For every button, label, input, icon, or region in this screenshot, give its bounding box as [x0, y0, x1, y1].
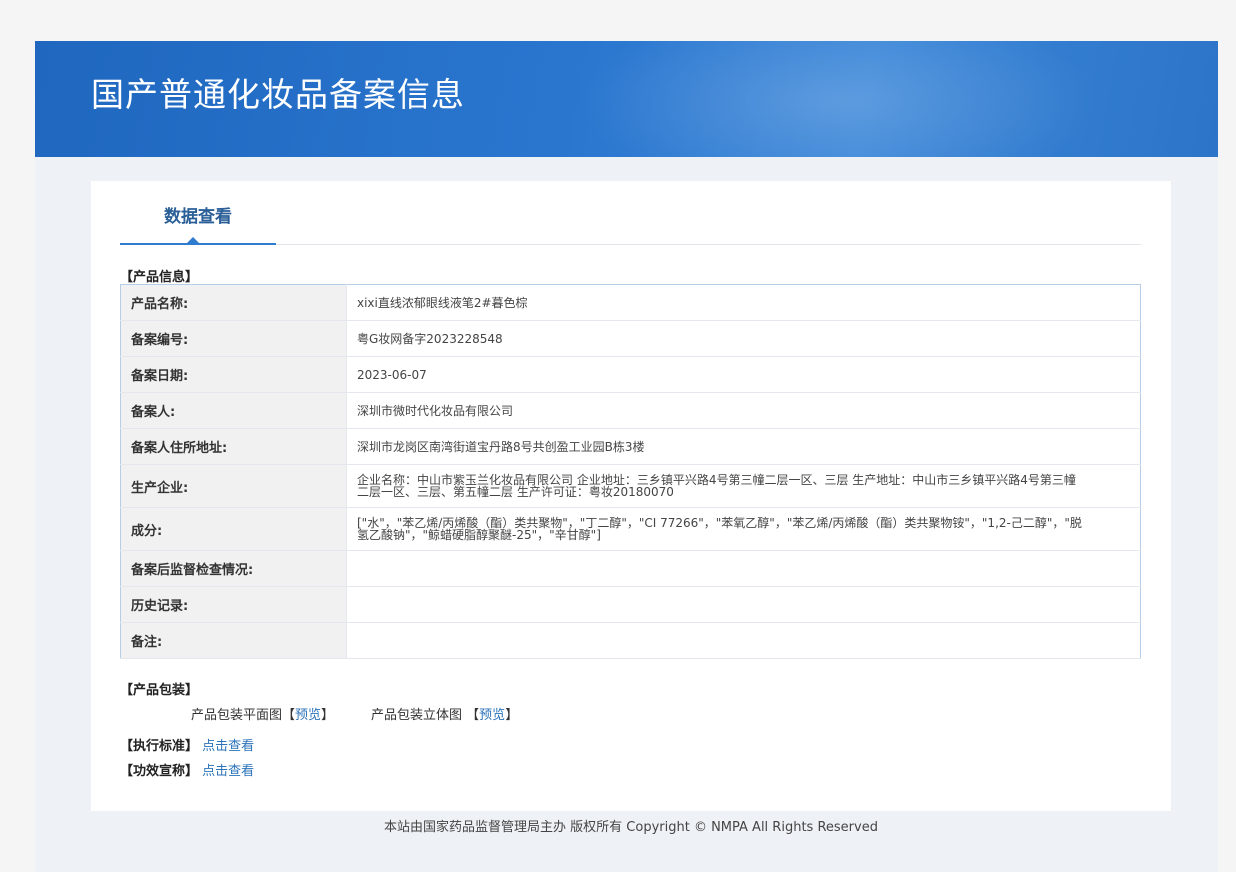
row-value: xixi直线浓郁眼线液笔2#暮色棕	[346, 284, 1141, 321]
row-value: ["水"，"苯乙烯/丙烯酸（酯）类共聚物"，"丁二醇"，"CI 77266"，"…	[346, 507, 1141, 551]
row-label: 成分:	[120, 507, 347, 551]
table-row: 备案日期: 2023-06-07	[120, 356, 1141, 393]
row-label: 备案人:	[120, 392, 347, 429]
packaging-flat-label: 产品包装平面图	[191, 708, 283, 723]
content-card: 数据查看 【产品信息】 产品名称: xixi直线浓郁眼线液笔2#暮色棕 备案编号…	[91, 181, 1171, 811]
bracket-close: 】	[321, 708, 335, 723]
tab-bar: 数据查看	[120, 181, 1141, 245]
row-value	[346, 550, 1141, 587]
row-label: 备注:	[120, 622, 347, 659]
packaging-solid-preview-link[interactable]: 预览	[479, 708, 505, 723]
table-row: 备案编号: 粤G妆网备字2023228548	[120, 320, 1141, 357]
row-value: 2023-06-07	[346, 356, 1141, 393]
footer-copyright: 本站由国家药品监督管理局主办 版权所有 Copyright © NMPA All…	[384, 820, 878, 835]
table-row: 成分: ["水"，"苯乙烯/丙烯酸（酯）类共聚物"，"丁二醇"，"CI 7726…	[120, 507, 1141, 551]
packaging-solid-item: 产品包装立体图 【预览】	[371, 704, 518, 723]
row-value: 粤G妆网备字2023228548	[346, 320, 1141, 357]
bracket-open: 【	[282, 708, 296, 723]
row-value	[346, 622, 1141, 659]
row-label: 历史记录:	[120, 586, 347, 623]
packaging-flat-item: 产品包装平面图【预览】	[191, 704, 334, 723]
efficacy-item: 【功效宣称】 点击查看	[120, 760, 254, 779]
table-row: 备注:	[120, 622, 1141, 659]
row-label: 生产企业:	[120, 464, 347, 508]
row-label: 产品名称:	[120, 284, 347, 321]
row-label: 备案人住所地址:	[120, 428, 347, 465]
row-label: 备案后监督检查情况:	[120, 550, 347, 587]
tab-active-caret-icon	[187, 237, 199, 243]
table-row: 备案人住所地址: 深圳市龙岗区南湾街道宝丹路8号共创盈工业园B栋3楼	[120, 428, 1141, 465]
bracket-open: 【	[466, 708, 480, 723]
row-value: 深圳市龙岗区南湾街道宝丹路8号共创盈工业园B栋3楼	[346, 428, 1141, 465]
tab-label: 数据查看	[164, 207, 232, 227]
packaging-heading: 【产品包装】	[120, 683, 199, 698]
product-info-table: 产品名称: xixi直线浓郁眼线液笔2#暮色棕 备案编号: 粤G妆网备字2023…	[120, 284, 1141, 659]
table-row: 产品名称: xixi直线浓郁眼线液笔2#暮色棕	[120, 284, 1141, 321]
efficacy-view-link[interactable]: 点击查看	[202, 764, 254, 779]
packaging-flat-preview-link[interactable]: 预览	[295, 708, 321, 723]
tab-data-view[interactable]: 数据查看	[120, 181, 276, 245]
standard-item: 【执行标准】 点击查看	[120, 735, 254, 754]
row-label: 备案日期:	[120, 356, 347, 393]
table-row: 生产企业: 企业名称：中山市紫玉兰化妆品有限公司 企业地址：三乡镇平兴路4号第三…	[120, 464, 1141, 508]
header-banner: 国产普通化妆品备案信息	[35, 41, 1218, 157]
row-value: 企业名称：中山市紫玉兰化妆品有限公司 企业地址：三乡镇平兴路4号第三幢二层一区、…	[346, 464, 1141, 508]
standard-view-link[interactable]: 点击查看	[202, 739, 254, 754]
packaging-solid-label: 产品包装立体图	[371, 708, 463, 723]
table-row: 备案后监督检查情况:	[120, 550, 1141, 587]
row-value	[346, 586, 1141, 623]
bracket-close: 】	[505, 708, 519, 723]
row-value: 深圳市微时代化妆品有限公司	[346, 392, 1141, 429]
banner-glow	[578, 41, 1098, 157]
efficacy-label: 【功效宣称】	[120, 764, 199, 779]
table-row: 备案人: 深圳市微时代化妆品有限公司	[120, 392, 1141, 429]
table-row: 历史记录:	[120, 586, 1141, 623]
page-title: 国产普通化妆品备案信息	[91, 75, 465, 114]
row-label: 备案编号:	[120, 320, 347, 357]
product-info-heading: 【产品信息】	[120, 270, 199, 285]
standard-label: 【执行标准】	[120, 739, 199, 754]
